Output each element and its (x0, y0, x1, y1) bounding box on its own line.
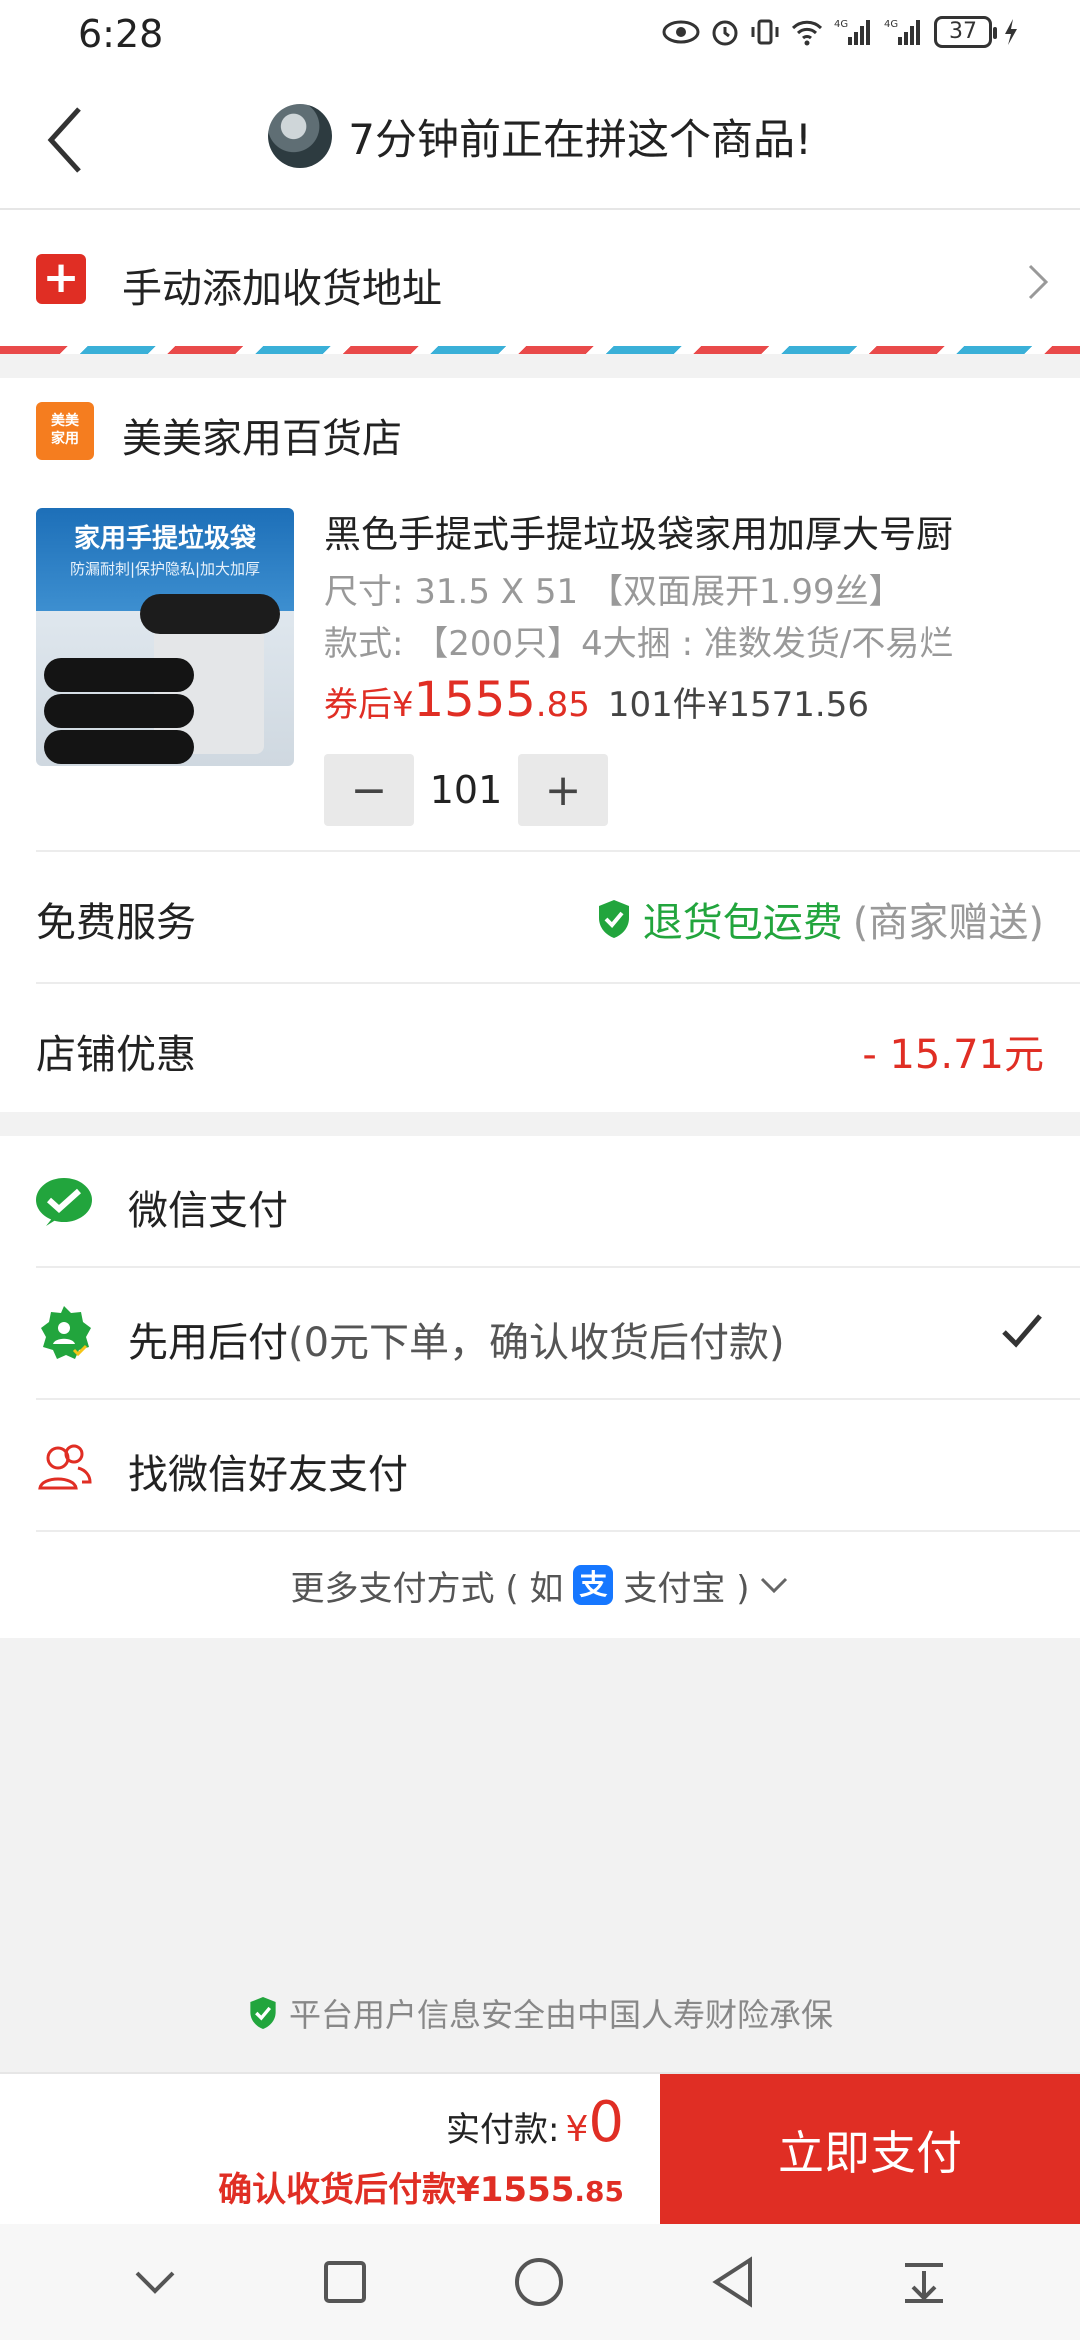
signal-icon-2: 4G (884, 19, 920, 45)
product-image[interactable]: 家用手提垃圾袋 防漏耐刺|保护隐私|加大加厚 (36, 508, 294, 766)
header-center: 7分钟前正在拼这个商品! (0, 104, 1080, 168)
decrease-button[interactable]: − (324, 754, 414, 826)
actual-payment-amount: 0 (588, 2090, 624, 2155)
add-address-row[interactable]: + 手动添加收货地址 (0, 210, 1080, 350)
store-card: 美美 家用 美美家用百货店 家用手提垃圾袋 防漏耐刺|保护隐私|加大加厚 黑色手提… (0, 378, 1080, 1112)
svg-text:4G: 4G (884, 19, 898, 30)
security-text: 平台用户信息安全由中国人寿财险承保 (288, 1996, 833, 2034)
product-spec-style[interactable]: 款式: 【200只】4大捆 : 准数发货/不易烂 (324, 616, 953, 665)
actual-payment-label: 实付款: (445, 2110, 560, 2150)
store-discount-value: - 15.71元 (862, 1032, 1044, 1078)
battery-icon: 37 (934, 16, 997, 48)
status-icons: 4G 4G 37 (662, 16, 1020, 48)
product-spec-size[interactable]: 尺寸: 31.5 X 51 【双面展开1.99丝】 (324, 564, 903, 613)
status-bar: 6:28 4G 4G 37 (0, 0, 1080, 72)
avatar (268, 104, 333, 168)
store-discount-label: 店铺优惠 (36, 1032, 196, 1078)
bag-roll (44, 730, 194, 764)
bag-roll (44, 694, 194, 728)
free-service-value: 退货包运费 (商家赠送) (595, 890, 1044, 948)
add-address-label: 手动添加收货地址 (122, 266, 442, 312)
free-service-label: 免费服务 (36, 900, 196, 946)
alipay-icon: 支 (573, 1565, 614, 1605)
security-note: 平台用户信息安全由中国人寿财险承保 (0, 1990, 1080, 2036)
friends-icon (38, 1444, 92, 1490)
bag-roll (44, 658, 194, 692)
back-nav-icon[interactable] (710, 2256, 756, 2308)
quantity-total: 101件¥1571.56 (607, 685, 870, 725)
svg-text:4G: 4G (834, 19, 848, 30)
address-stripe-divider (0, 346, 1080, 354)
price-currency: ¥ (392, 685, 414, 725)
system-nav-bar (0, 2224, 1080, 2340)
wechat-pay-icon (36, 1178, 92, 1226)
quantity-stepper: − 101 + (324, 754, 608, 826)
pay-later-label: 先用后付(0元下单，确认收货后付款) (128, 1310, 785, 1368)
payment-option-wechat[interactable]: 微信支付 (0, 1136, 1080, 1268)
wechat-pay-label: 微信支付 (128, 1188, 288, 1234)
chevron-right-icon (1028, 264, 1049, 300)
friend-pay-label: 找微信好友支付 (128, 1452, 408, 1498)
pay-after-receipt-decimal: .85 (574, 2175, 624, 2208)
chevron-down-icon[interactable] (133, 2267, 177, 2297)
product-title[interactable]: 黑色手提式手提垃圾袋家用加厚大号厨 (324, 504, 1054, 558)
actual-payment: 实付款: ¥ 0 (446, 2090, 624, 2155)
alipay-label: 支付宝 ) (623, 1568, 750, 1609)
notification-pull-icon[interactable] (901, 2259, 947, 2305)
price-decimal: .85 (535, 685, 590, 725)
charging-icon (1005, 19, 1017, 45)
checkout-bar: 实付款: ¥ 0 确认收货后付款¥1555 .85 立即支付 (0, 2072, 1080, 2226)
pay-after-receipt-main: 确认收货后付款¥1555 (218, 2170, 575, 2210)
return-shipping-note: (商家赠送) (852, 900, 1044, 946)
eye-icon (662, 20, 700, 44)
shield-check-icon (250, 1997, 276, 2029)
store-discount-row[interactable]: 店铺优惠 - 15.71元 (36, 982, 1080, 1114)
home-icon[interactable] (513, 2256, 565, 2308)
store-name: 美美家用百货店 (122, 416, 402, 462)
price-row: 券后 ¥ 1555 .85 101件¥1571.56 (324, 672, 869, 728)
checkmark-icon (1002, 1314, 1042, 1348)
alarm-icon (712, 20, 738, 46)
product-image-subtitle: 防漏耐刺|保护隐私|加大加厚 (69, 560, 261, 578)
product-image-title: 家用手提垃圾袋 (73, 524, 256, 554)
page-header: 7分钟前正在拼这个商品! (0, 72, 1080, 210)
page-title: 7分钟前正在拼这个商品! (348, 114, 812, 164)
pay-later-note: (0元下单，确认收货后付款) (288, 1320, 785, 1366)
price-integer: 1555 (413, 672, 536, 728)
chevron-down-icon (761, 1577, 788, 1594)
store-logo: 美美 家用 (36, 402, 94, 460)
increase-button[interactable]: + (518, 754, 608, 826)
pay-later-badge-icon (41, 1306, 91, 1359)
more-pay-prefix: 更多支付方式 ( 如 (290, 1568, 564, 1609)
wifi-icon (791, 20, 823, 46)
pay-after-receipt: 确认收货后付款¥1555 .85 (218, 2162, 624, 2211)
shield-check-icon (598, 900, 629, 938)
free-service-row[interactable]: 免费服务 退货包运费 (商家赠送) (36, 850, 1080, 982)
quantity-value[interactable]: 101 (414, 768, 518, 812)
status-time: 6:28 (78, 12, 164, 56)
recents-icon[interactable] (322, 2259, 368, 2305)
return-shipping-text: 退货包运费 (642, 900, 843, 946)
actual-payment-currency: ¥ (565, 2109, 589, 2150)
plus-icon: + (36, 254, 86, 304)
more-payment-methods[interactable]: 更多支付方式 ( 如 支 支付宝 ) (0, 1532, 1080, 1638)
bag-shape (140, 594, 280, 634)
vibrate-icon (751, 19, 779, 45)
signal-icon: 4G (834, 19, 870, 45)
pay-later-title: 先用后付 (128, 1320, 288, 1366)
payment-option-friend[interactable]: 找微信好友支付 (0, 1400, 1080, 1532)
payment-methods: 微信支付 先用后付(0元下单，确认收货后付款) 找微信好友支付 更多支付方式 (… (0, 1136, 1080, 1638)
payment-option-pay-later[interactable]: 先用后付(0元下单，确认收货后付款) (0, 1268, 1080, 1400)
pay-now-button[interactable]: 立即支付 (660, 2074, 1080, 2226)
price-prefix: 券后 (324, 685, 392, 725)
